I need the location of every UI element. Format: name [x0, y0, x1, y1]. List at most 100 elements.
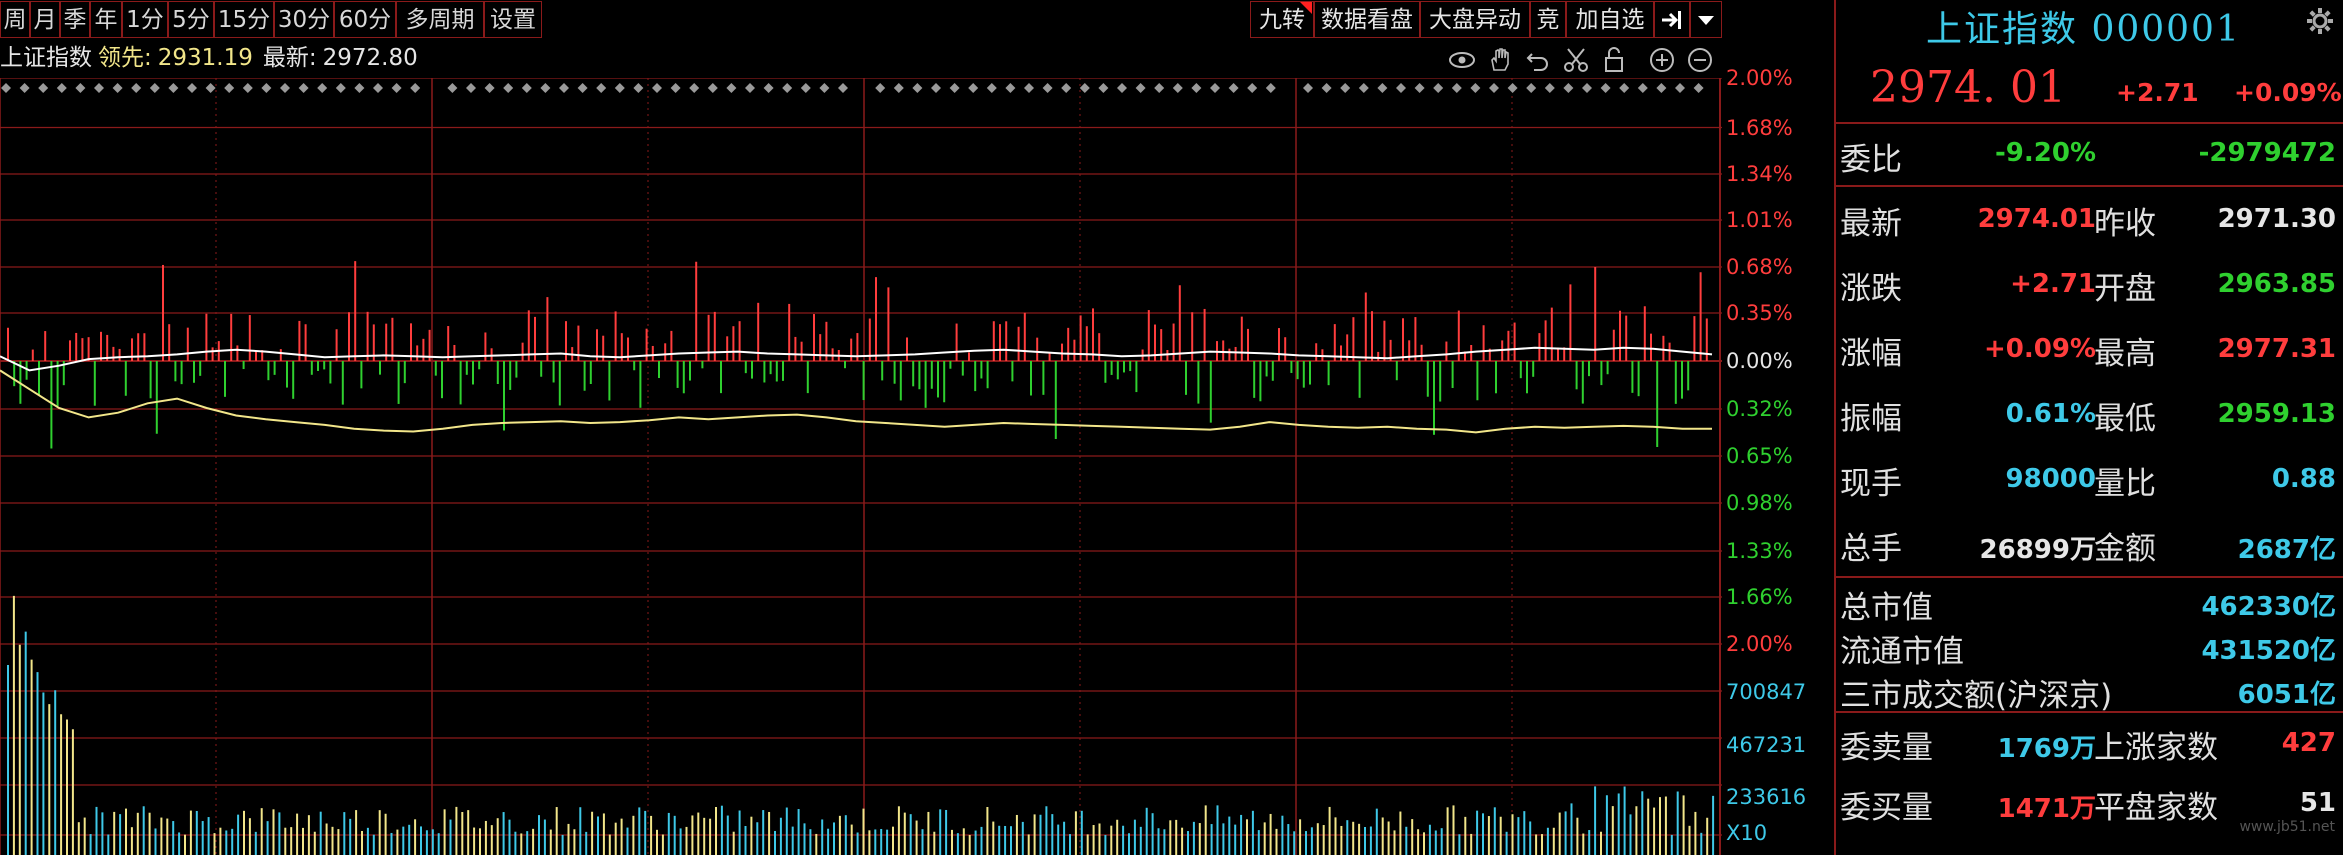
event-marker: [112, 83, 123, 93]
undo-icon[interactable]: [1524, 46, 1552, 74]
event-marker: [1079, 83, 1090, 93]
event-marker: [1544, 83, 1555, 93]
event-marker: [1526, 83, 1537, 93]
period-week-button[interactable]: 周: [0, 1, 30, 38]
event-marker: [763, 83, 774, 93]
event-marker: [1563, 83, 1574, 93]
eye-icon[interactable]: [1448, 46, 1476, 74]
price-axis-label: 0.35%: [1726, 301, 1793, 325]
lock-icon[interactable]: [1600, 46, 1628, 74]
expand-panel-icon[interactable]: [1654, 1, 1690, 38]
scissors-icon[interactable]: [1562, 46, 1590, 74]
order-label: 委卖量: [1840, 730, 1933, 766]
event-marker: [800, 83, 811, 93]
quote-value: 2977.31: [2217, 334, 2336, 364]
zoom-out-icon[interactable]: [1686, 46, 1714, 74]
volume-axis-label: 700847: [1726, 680, 1807, 704]
event-marker: [503, 83, 514, 93]
price-axis-label: 1.01%: [1726, 208, 1793, 232]
event-marker: [466, 83, 476, 93]
lead-label: 领先:: [98, 45, 152, 71]
index-name: 上证指数: [0, 45, 92, 71]
event-marker: [893, 83, 904, 93]
hand-pan-icon[interactable]: [1486, 46, 1514, 74]
event-marker: [168, 83, 179, 93]
price-axis-label: 0.68%: [1726, 255, 1793, 279]
price-axis-label: 0.32%: [1726, 397, 1793, 421]
quote-value: 2963.85: [2217, 269, 2336, 299]
event-marker: [1303, 83, 1313, 93]
event-marker: [782, 83, 793, 93]
event-marker: [1135, 83, 1146, 93]
event-marker: [819, 83, 830, 93]
period-quarter-button[interactable]: 季: [60, 1, 90, 38]
order-label: 委买量: [1840, 790, 1933, 826]
quote-label: 现手: [1840, 466, 1902, 502]
lead-price-line: [0, 369, 1712, 434]
event-marker: [1507, 83, 1518, 93]
period-month-button[interactable]: 月: [30, 1, 60, 38]
event-marker: [1489, 83, 1499, 93]
period-15min-button[interactable]: 15分: [214, 1, 274, 38]
intraday-chart[interactable]: [0, 78, 1722, 855]
event-marker: [968, 83, 979, 93]
event-marker: [56, 83, 67, 93]
period-60min-button[interactable]: 60分: [334, 1, 396, 38]
multi-period-button[interactable]: 多周期: [396, 1, 484, 38]
market-value-label: 总市值: [1840, 590, 1933, 626]
price-axis-label: 2.00%: [1726, 632, 1793, 656]
event-marker: [1656, 83, 1667, 93]
price-change: +2.71: [2116, 78, 2199, 107]
event-marker: [149, 83, 160, 93]
event-marker: [689, 83, 700, 93]
dropdown-arrow-icon[interactable]: [1690, 1, 1722, 38]
event-marker: [1693, 83, 1704, 93]
add-favorite-button[interactable]: 加自选: [1566, 1, 1654, 38]
event-marker: [838, 83, 848, 93]
data-board-button[interactable]: 数据看盘: [1314, 1, 1420, 38]
event-marker: [410, 83, 421, 93]
quote-panel: 上证指数 000001 2974. 01 +2.71 +0.09% 委比 -9.…: [1834, 0, 2343, 855]
divider: [1836, 711, 2343, 713]
gear-icon[interactable]: [2305, 6, 2335, 44]
price-axis-label: 1.68%: [1726, 115, 1793, 140]
market-alert-button[interactable]: 大盘异动: [1420, 1, 1530, 38]
event-marker: [1005, 83, 1016, 93]
event-marker: [1210, 83, 1220, 93]
event-marker: [670, 83, 681, 93]
order-value: 51: [2299, 788, 2336, 818]
quote-label: 昨收: [2094, 206, 2156, 242]
price-axis-label: 0.65%: [1726, 444, 1793, 468]
period-toolbar: 周 月 季 年 1分 5分 15分 30分 60分 多周期 设置 九转 数据看盘…: [0, 0, 1722, 40]
period-1min-button[interactable]: 1分: [122, 1, 168, 38]
price-axis-label: 0.00%: [1726, 349, 1793, 373]
volume-bars: [7, 595, 1715, 855]
event-marker: [1600, 83, 1611, 93]
price-axis-label: 1.34%: [1726, 162, 1793, 186]
price-axis-label: 2.00%: [1726, 66, 1793, 90]
event-marker: [224, 83, 235, 93]
event-marker: [1637, 83, 1648, 93]
event-marker: [1265, 83, 1276, 93]
period-year-button[interactable]: 年: [90, 1, 122, 38]
auction-button[interactable]: 竞: [1530, 1, 1566, 38]
event-marker: [1340, 83, 1351, 93]
event-marker: [335, 83, 346, 93]
event-marker: [1675, 83, 1685, 93]
event-marker: [298, 83, 309, 93]
quote-label: 最低: [2094, 401, 2156, 437]
settings-button[interactable]: 设置: [484, 1, 542, 38]
latest-value: 2972.80: [322, 45, 418, 71]
zoom-in-icon[interactable]: [1648, 46, 1676, 74]
event-marker: [614, 83, 625, 93]
quote-label: 金额: [2094, 531, 2156, 567]
quote-value: 2687亿: [2237, 535, 2336, 565]
event-marker: [1042, 83, 1053, 93]
price-axis-label: 1.33%: [1726, 539, 1793, 563]
event-marker: [1247, 83, 1258, 93]
quote-label: 最新: [1840, 206, 1902, 242]
quote-label: 振幅: [1840, 401, 1902, 437]
period-5min-button[interactable]: 5分: [168, 1, 214, 38]
weibi-pct: -9.20%: [1995, 138, 2096, 168]
period-30min-button[interactable]: 30分: [274, 1, 334, 38]
